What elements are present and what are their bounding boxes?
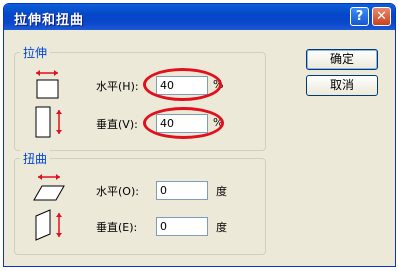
- help-button[interactable]: ?: [350, 7, 369, 26]
- stretch-horizontal-label: 水平(H):: [96, 80, 139, 93]
- stretch-skew-dialog: 拉伸和扭曲 ? ✕ 拉伸 水平(H): 40 % 垂直(V): 40 % 扭曲 …: [3, 3, 396, 267]
- annotation-oval-vertical: [143, 107, 224, 139]
- title-bar[interactable]: 拉伸和扭曲 ? ✕: [4, 4, 395, 30]
- skew-vertical-label: 垂直(E):: [96, 221, 138, 234]
- skew-vertical-input[interactable]: 0: [156, 217, 208, 236]
- skew-horizontal-icon: [33, 174, 65, 201]
- skew-horizontal-unit: 度: [216, 185, 227, 198]
- stretch-vertical-icon: [35, 106, 62, 138]
- ok-button[interactable]: 确定: [306, 49, 378, 70]
- close-button[interactable]: ✕: [372, 7, 391, 26]
- skew-horizontal-label: 水平(O):: [96, 185, 139, 198]
- skew-legend: 扭曲: [20, 150, 51, 167]
- stretch-legend: 拉伸: [20, 44, 51, 61]
- window-title: 拉伸和扭曲: [14, 13, 85, 28]
- skew-vertical-icon: [35, 209, 62, 241]
- annotation-oval-horizontal: [143, 68, 222, 101]
- skew-vertical-unit: 度: [216, 221, 227, 234]
- skew-horizontal-input[interactable]: 0: [156, 181, 208, 200]
- stretch-horizontal-icon: [36, 70, 59, 99]
- stretch-vertical-label: 垂直(V):: [96, 118, 138, 131]
- cancel-button[interactable]: 取消: [306, 75, 378, 96]
